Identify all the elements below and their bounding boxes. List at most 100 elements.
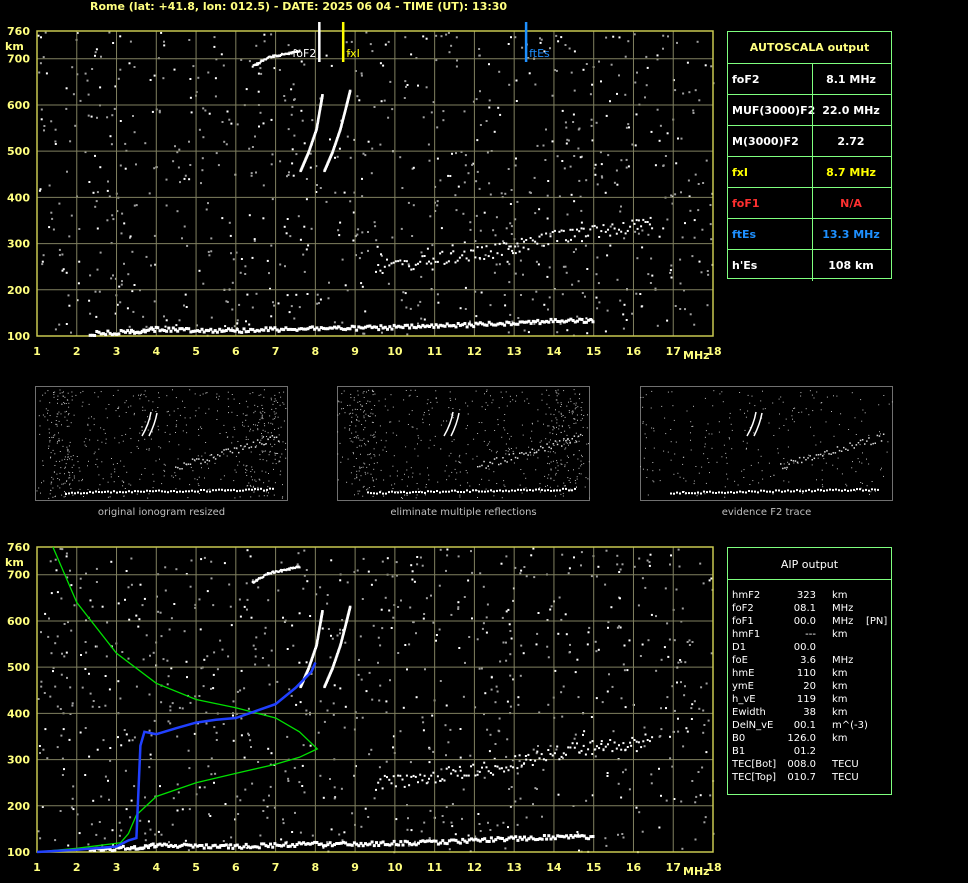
spread-band-trace-point [425, 782, 428, 785]
spread-band-trace-point [642, 218, 645, 221]
spread-band-trace-point [620, 230, 623, 233]
thumbnail-caption: original ionogram resized [97, 507, 226, 518]
spread-band-trace-point [507, 769, 510, 772]
spread-band-trace-point [595, 745, 598, 748]
aip-title: AIP output [780, 558, 839, 571]
spread-band-trace-point [536, 750, 539, 753]
aip-key: foF1 [732, 616, 754, 627]
spread-band-trace-point [403, 260, 406, 262]
es-layer-trace-point [242, 327, 246, 331]
es-layer-trace-point [386, 327, 389, 331]
spread-band-trace-point [386, 258, 388, 261]
spread-band-trace-point [562, 229, 565, 232]
spread-band-trace-point [551, 754, 554, 757]
es-layer-trace-point [133, 845, 137, 849]
spread-band-trace-point [573, 746, 576, 749]
autoscala-key: fxI [732, 166, 748, 179]
autoscala-row-fxi: fxI 8.7 MHz [728, 156, 891, 188]
spread-band-trace-point [578, 751, 581, 754]
spread-band-trace-point [529, 237, 532, 239]
spread-band-trace-point [527, 753, 530, 756]
aip-unit: km [832, 668, 848, 679]
es-layer-trace-point [472, 325, 476, 329]
es-layer-trace-point [392, 839, 396, 843]
aip-value: 008.0 [787, 759, 816, 770]
spread-band-trace-point [470, 765, 472, 768]
aip-key: h_vE [732, 694, 756, 705]
spread-band-trace-point [648, 740, 651, 743]
spread-band-trace-point [377, 264, 380, 266]
aip-value: 20 [803, 681, 816, 692]
spread-band-trace-point [598, 236, 601, 238]
spread-band-trace-point [635, 219, 638, 222]
spread-band-trace-point [518, 250, 521, 253]
es-layer-trace-point [271, 845, 275, 849]
spread-band-trace-point [646, 221, 649, 223]
spread-band-trace-point [390, 782, 393, 785]
es-layer-trace-point [93, 334, 97, 337]
es-layer-trace-point [591, 835, 595, 838]
aip-row: DelN_vE 00.1 m^(-3) [732, 719, 892, 732]
es-layer-trace-point [156, 326, 160, 330]
x-axis-label: MHz [683, 349, 710, 362]
es-layer-trace-point [523, 835, 526, 839]
spread-band-trace-point [624, 232, 627, 235]
autoscala-row-hes: h'Es 108 km [728, 249, 891, 281]
es-layer-trace-point [553, 837, 557, 841]
spread-band-trace-point [576, 228, 578, 231]
spread-band-trace-point [560, 229, 563, 232]
x-tick-label: 9 [351, 861, 359, 874]
y-tick-label: 300 [7, 238, 30, 251]
f2-ordinary-trace-point [321, 610, 324, 613]
spread-band-trace-point [412, 268, 415, 271]
x-tick-label: 12 [467, 345, 482, 358]
spread-band-trace-point [483, 258, 486, 260]
es-layer-trace-point [153, 329, 157, 333]
aip-value: 119 [796, 694, 816, 705]
es-layer-trace-point [165, 329, 169, 333]
spread-band-trace-point [609, 739, 612, 741]
spread-band-trace-point [516, 767, 519, 770]
spread-band-trace-point [414, 775, 417, 778]
spread-band-trace-point [598, 747, 601, 750]
spread-band-trace-point [611, 750, 614, 753]
aip-value: 00.0 [793, 642, 816, 653]
es-layer-trace-point [536, 318, 540, 322]
x-tick-label: 2 [73, 861, 81, 874]
spread-band-trace-point [436, 260, 439, 263]
aip-row: B0 126.0 km [732, 732, 892, 745]
es-layer-trace-point [372, 844, 376, 848]
spread-band-trace-point [602, 749, 605, 752]
spread-band-trace-point [629, 225, 632, 228]
spread-band-trace-point [512, 766, 514, 769]
spread-band-trace-point [408, 265, 411, 268]
aip-unit: km [832, 707, 848, 718]
es-layer-trace-point [266, 329, 270, 333]
spread-band-trace-point [651, 227, 654, 230]
spread-band-trace-point [584, 753, 587, 756]
spread-band-trace-point [565, 239, 567, 242]
spread-band-trace-point [397, 774, 400, 777]
x-tick-label: 15 [586, 861, 601, 874]
spread-band-trace-point [525, 758, 528, 761]
f2-multiple-trace-point [298, 566, 301, 569]
page-title: Rome (lat: +41.8, lon: 012.5) - DATE: 20… [90, 0, 508, 13]
es-layer-trace-point [483, 837, 487, 841]
x-tick-label: 1 [33, 345, 41, 358]
spread-band-trace-point [637, 741, 640, 744]
autoscala-value: 13.3 MHz [822, 228, 880, 241]
spread-band-trace-point [646, 739, 649, 741]
spread-band-trace-point [394, 260, 397, 263]
aip-key: foF2 [732, 603, 754, 614]
y-axis-label: km [5, 556, 24, 569]
spread-band-trace-point [611, 223, 614, 226]
spread-band-trace-point [434, 260, 437, 263]
es-layer-trace-point [516, 838, 520, 842]
x-tick-label: 8 [312, 345, 320, 358]
autoscala-key: foF2 [732, 73, 760, 86]
spread-band-trace-point [584, 235, 587, 238]
spread-band-trace-point [467, 259, 470, 262]
spread-band-trace-point [571, 742, 574, 745]
spread-band-trace-point [633, 739, 636, 741]
aip-value: 3.6 [800, 655, 816, 666]
